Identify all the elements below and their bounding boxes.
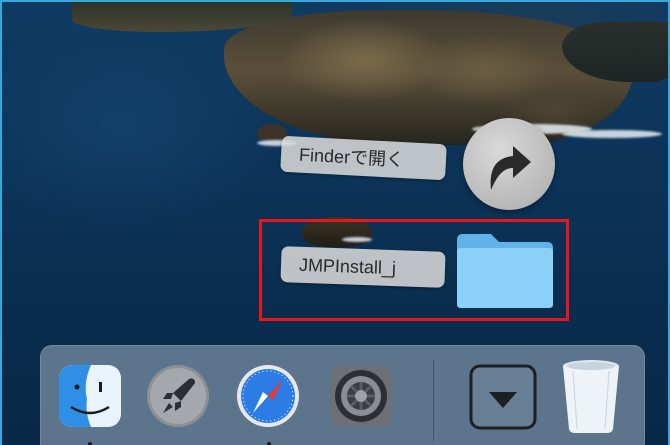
dock-separator — [433, 359, 434, 441]
trash-icon[interactable] — [557, 357, 625, 435]
desktop: Finderで開く JMPInstall_j — [0, 0, 670, 445]
safari-icon[interactable] — [235, 363, 301, 429]
finder-icon[interactable] — [57, 363, 123, 429]
highlight-box — [259, 219, 569, 321]
launchpad-icon[interactable] — [145, 363, 211, 429]
open-in-finder-button[interactable] — [463, 118, 555, 210]
gear-icon[interactable] — [328, 363, 394, 429]
dock — [40, 345, 645, 445]
curved-arrow-icon — [490, 146, 531, 190]
open-in-finder-label[interactable]: Finderで開く — [280, 135, 447, 181]
downloads-stack-icon[interactable] — [467, 360, 539, 432]
